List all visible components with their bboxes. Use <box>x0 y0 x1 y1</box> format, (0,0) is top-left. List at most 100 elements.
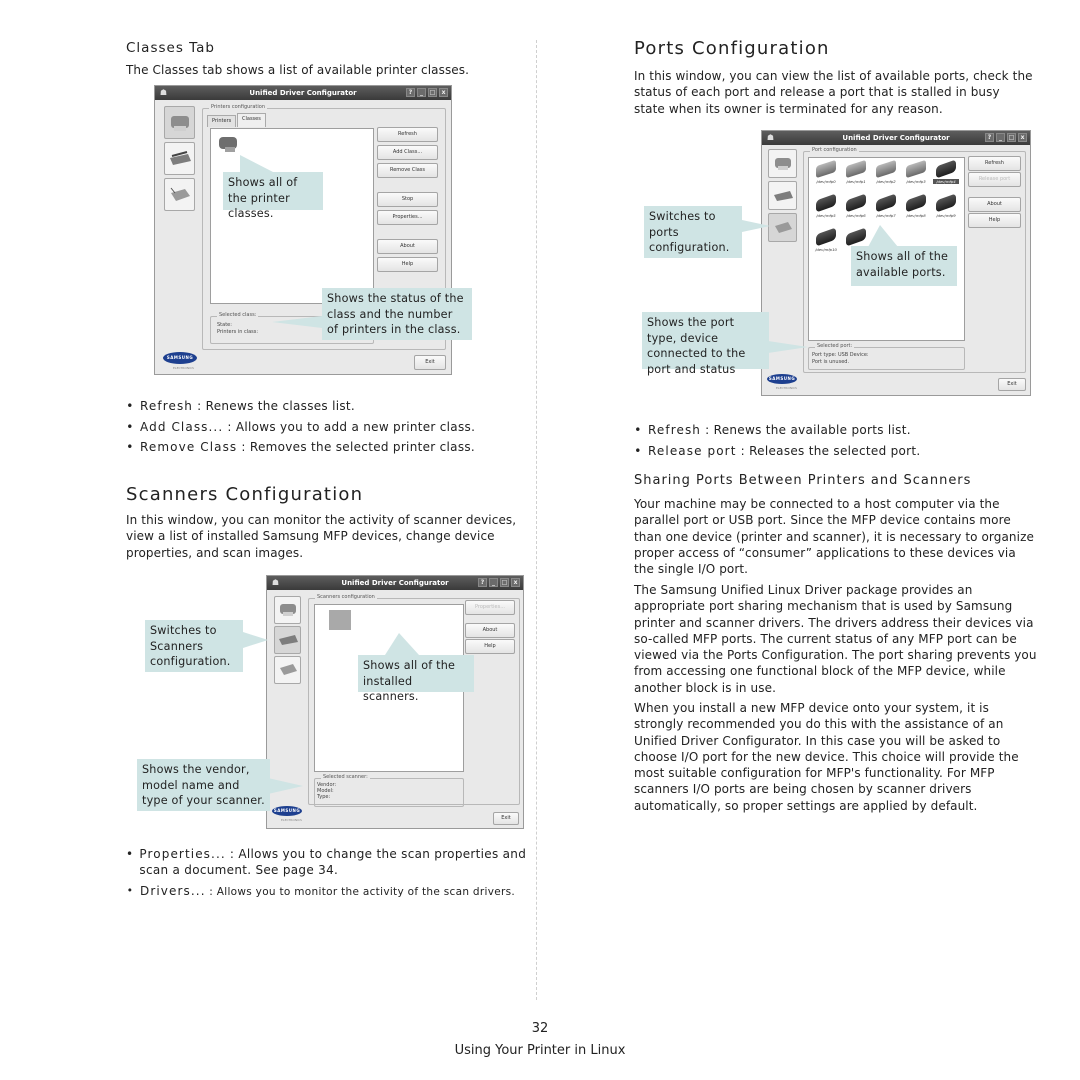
minimize-icon[interactable]: _ <box>417 88 426 97</box>
help-icon[interactable]: ? <box>406 88 415 97</box>
callout-pointer <box>768 341 808 353</box>
samsung-logo: SAMSUNG <box>767 374 797 384</box>
tab-classes[interactable]: Classes <box>237 113 266 127</box>
printer-icon <box>170 115 189 131</box>
bullet-key: Properties... <box>139 847 226 861</box>
logo-subtitle: ELECTRONICS <box>173 366 194 370</box>
side-scanners-button[interactable] <box>274 626 301 654</box>
side-printers-button[interactable] <box>274 596 301 624</box>
bullet-key: Remove Class <box>140 440 238 454</box>
port-label: /dev/mfp7 <box>876 213 896 218</box>
scanner-device-icon[interactable] <box>329 610 351 630</box>
state-label: State: <box>217 322 232 328</box>
scanners-bullet-list: • Properties... : Allows you to change th… <box>126 846 531 900</box>
sharing-paragraph-2: The Samsung Unified Linux Driver package… <box>634 583 1037 695</box>
exit-button[interactable]: Exit <box>493 812 519 825</box>
scanners-heading: Scanners Configuration <box>126 484 364 505</box>
help-button[interactable]: Help <box>377 257 438 272</box>
maximize-icon[interactable]: □ <box>1007 133 1016 142</box>
help-icon[interactable]: ? <box>985 133 994 142</box>
selected-scanner-label: Selected scanner: <box>321 774 370 780</box>
exit-button[interactable]: Exit <box>998 378 1026 391</box>
usb-port-icon <box>906 193 926 213</box>
usb-port-icon <box>846 193 866 213</box>
port-item[interactable]: /dev/mfp2 <box>873 159 899 184</box>
parallel-port-icon <box>906 159 926 179</box>
port-item[interactable]: /dev/mfp4 <box>933 159 959 184</box>
help-icon[interactable]: ? <box>478 578 487 587</box>
about-button[interactable]: About <box>465 623 515 638</box>
maximize-icon[interactable]: □ <box>428 88 437 97</box>
bullet-text: : Removes the selected printer class. <box>237 440 476 454</box>
usb-port-icon <box>816 193 836 213</box>
help-button[interactable]: Help <box>465 639 515 654</box>
parallel-port-icon <box>816 159 836 179</box>
port-item[interactable]: /dev/mfp8 <box>903 193 929 218</box>
minimize-icon[interactable]: _ <box>996 133 1005 142</box>
close-icon[interactable]: x <box>511 578 520 587</box>
port-item[interactable]: /dev/mfp9 <box>933 193 959 218</box>
port-label: /dev/mfp9 <box>936 213 956 218</box>
exit-button[interactable]: Exit <box>414 355 446 370</box>
tab-printers[interactable]: Printers <box>207 115 237 127</box>
callout-port-status: Shows the port type, device connected to… <box>642 312 769 376</box>
stop-button[interactable]: Stop <box>377 192 438 207</box>
port-item[interactable]: /dev/mfp6 <box>843 193 869 218</box>
printers-in-class-label: Printers in class: <box>217 329 259 335</box>
callout-available-ports: Shows all of the available ports. <box>851 246 957 286</box>
side-scanners-button[interactable] <box>768 181 797 210</box>
usb-port-icon <box>846 227 866 247</box>
bullet-text: : Allows you to monitor the activity of … <box>205 886 516 898</box>
logo-subtitle: ELECTRONICS <box>281 818 302 822</box>
close-icon[interactable]: x <box>439 88 448 97</box>
parallel-port-icon <box>876 159 896 179</box>
release-port-button[interactable]: Release port <box>968 172 1021 187</box>
port-label: /dev/mfp6 <box>846 213 866 218</box>
printer-class-icon <box>219 137 237 152</box>
page-number: 32 <box>531 1021 549 1036</box>
scanners-intro: In this window, you can monitor the acti… <box>126 513 517 560</box>
port-item[interactable]: /dev/mfp1 <box>843 159 869 184</box>
port-item[interactable]: /dev/mfp0 <box>813 159 839 184</box>
maximize-icon[interactable]: □ <box>500 578 509 587</box>
side-ports-button[interactable] <box>274 656 301 684</box>
bullet-key: Add Class... <box>140 419 224 434</box>
group-label: Scanners configuration <box>315 594 377 600</box>
about-button[interactable]: About <box>968 197 1021 212</box>
add-class-button[interactable]: Add Class... <box>377 145 438 160</box>
port-icon <box>170 187 190 201</box>
port-label: /dev/mfp8 <box>906 213 926 218</box>
properties-button[interactable]: Properties... <box>377 210 438 225</box>
side-scanners-button[interactable] <box>164 142 195 175</box>
remove-class-button[interactable]: Remove Class <box>377 163 438 178</box>
bullet-item: • Add Class... : Allows you to add a new … <box>126 419 476 434</box>
ports-bullet-list: • Refresh : Renews the available ports li… <box>634 422 1039 459</box>
side-printers-button[interactable] <box>768 149 797 178</box>
callout-switch-scanners: Switches to Scanners configuration. <box>145 620 243 672</box>
port-icon <box>774 221 792 233</box>
port-item[interactable]: /dev/mfp5 <box>813 193 839 218</box>
refresh-button[interactable]: Refresh <box>377 127 438 142</box>
callout-pointer <box>868 225 898 247</box>
about-button[interactable]: About <box>377 239 438 254</box>
port-item[interactable]: /dev/mfp3 <box>903 159 929 184</box>
window-titlebar: ☗ Unified Driver Configurator ? _ □ x <box>155 86 451 100</box>
group-label: Printers configuration <box>209 104 267 110</box>
window-title: Unified Driver Configurator <box>341 579 449 587</box>
help-button[interactable]: Help <box>968 213 1021 228</box>
parallel-port-icon <box>846 159 866 179</box>
side-printers-button[interactable] <box>164 106 195 139</box>
bullet-item: • Properties... : Allows you to change th… <box>126 847 527 877</box>
sharing-paragraph-3: When you install a new MFP device onto y… <box>634 701 1019 813</box>
port-item[interactable]: /dev/mfp10 <box>813 227 839 252</box>
port-item[interactable]: /dev/mfp7 <box>873 193 899 218</box>
side-ports-button[interactable] <box>768 213 797 242</box>
minimize-icon[interactable]: _ <box>489 578 498 587</box>
side-ports-button[interactable] <box>164 178 195 211</box>
close-icon[interactable]: x <box>1018 133 1027 142</box>
refresh-button[interactable]: Refresh <box>968 156 1021 171</box>
properties-button[interactable]: Properties... <box>465 600 515 615</box>
bullet-key: Refresh <box>648 423 702 437</box>
port-label: /dev/mfp1 <box>846 179 866 184</box>
selected-class-label: Selected class: <box>217 312 259 318</box>
